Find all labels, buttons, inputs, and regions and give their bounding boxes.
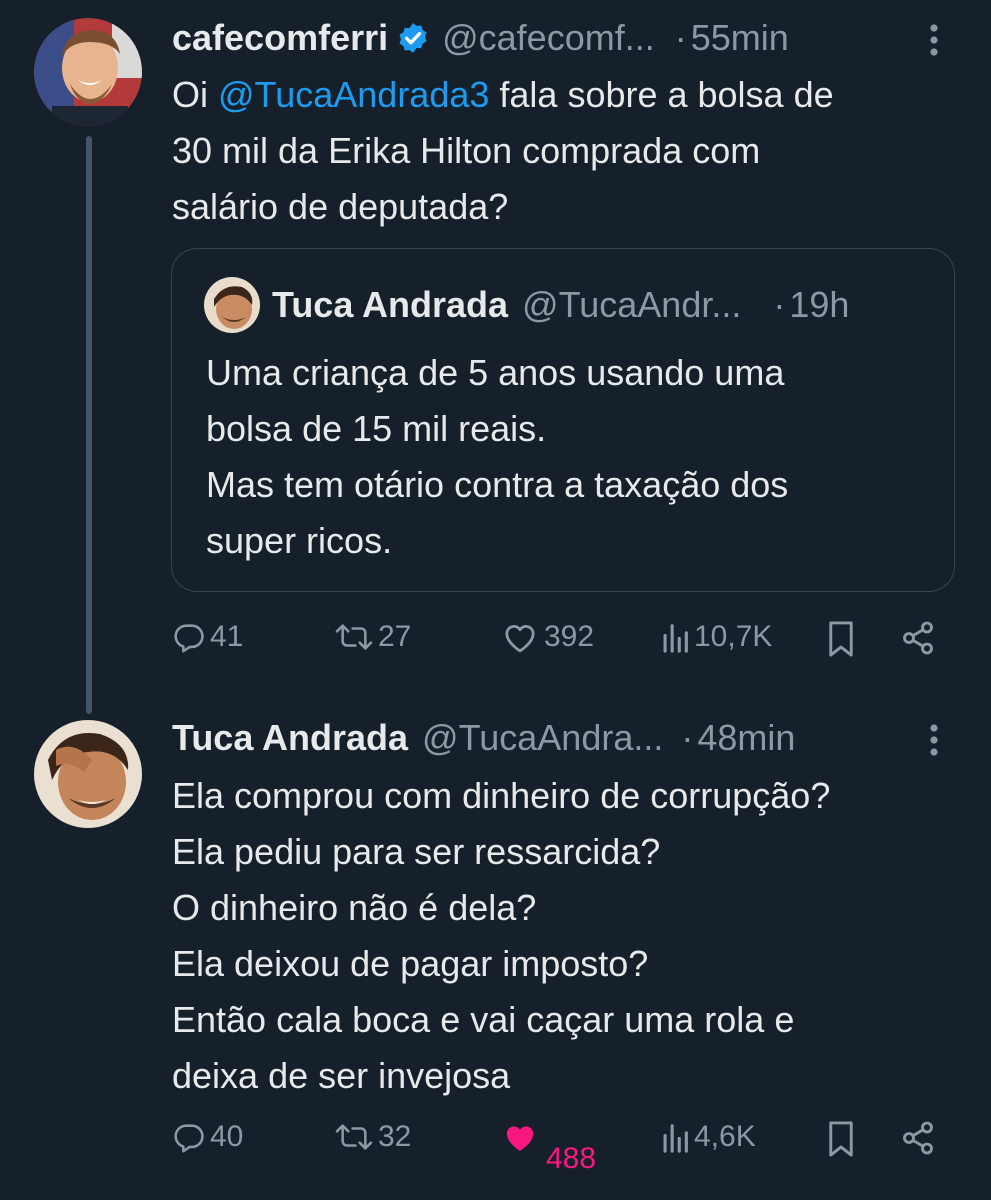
avatar-cafecomferri[interactable] (34, 18, 142, 126)
views-icon (663, 1124, 688, 1153)
more-options-button[interactable] (922, 20, 946, 60)
quoted-author-name: Tuca Andrada (272, 284, 509, 325)
avatar-tuca-andrada[interactable] (34, 720, 142, 828)
quoted-tweet-header: Tuca Andrada @TucaAndr... · 19h (272, 285, 849, 325)
text-fragment: Oi (172, 74, 219, 115)
author-handle[interactable]: @cafecomf... (442, 18, 655, 58)
text-line: Uma criança de 5 anos usando uma (206, 352, 785, 393)
mention-link[interactable]: @TucaAndrada3 (218, 74, 489, 115)
tweet-timestamp[interactable]: 48min (697, 718, 795, 758)
retweet-button[interactable]: 32 (334, 1120, 411, 1154)
separator-dot: · (674, 17, 687, 58)
text-line: Ela pediu para ser ressarcida? (172, 831, 661, 872)
retweet-icon (335, 624, 373, 650)
text-line: Mas tem otário contra a taxação dos (206, 464, 789, 505)
share-button[interactable] (900, 620, 936, 656)
bookmark-icon (829, 1121, 853, 1157)
retweet-icon (335, 1124, 373, 1150)
author-name[interactable]: cafecomferri (172, 18, 388, 58)
like-button[interactable]: 392 (500, 620, 594, 654)
views-button[interactable]: 10,7K (660, 620, 772, 654)
views-count: 4,6K (694, 1120, 756, 1153)
reply-button[interactable]: 40 (172, 1120, 243, 1154)
separator-dot: · (681, 717, 694, 758)
separator-dot: · (773, 284, 786, 325)
share-button[interactable] (900, 1120, 936, 1156)
views-button[interactable]: 4,6K (660, 1120, 756, 1154)
reply-button[interactable]: 41 (172, 620, 243, 654)
tweet-header: Tuca Andrada @TucaAndra... · 48min (172, 718, 795, 758)
tweet-timestamp[interactable]: 55min (691, 18, 789, 58)
reply-count: 40 (210, 1120, 244, 1153)
reply-icon (174, 624, 204, 653)
text-line: Ela comprou com dinheiro de corrupção? (172, 775, 831, 816)
text-line: Ela deixou de pagar imposto? (172, 943, 649, 984)
views-count: 10,7K (694, 620, 773, 653)
verified-badge-icon (399, 23, 427, 53)
author-name[interactable]: Tuca Andrada (172, 718, 408, 758)
quoted-author-handle: @TucaAndr... (522, 284, 742, 325)
text-line: bolsa de 15 mil reais. (206, 408, 547, 449)
tweet-actions-bar: 41 27 392 10,7K (172, 620, 942, 670)
retweet-button[interactable]: 27 (334, 620, 411, 654)
avatar-tuca-andrada-small (204, 277, 260, 333)
text-line: Então cala boca e vai caçar uma rola e (172, 999, 795, 1040)
reply-count: 41 (210, 620, 244, 653)
views-icon (663, 624, 688, 653)
tweet-header: cafecomferri @cafecomf... · 55min (172, 18, 789, 58)
tweet-text: Ela comprou com dinheiro de corrupção? E… (172, 768, 830, 1104)
share-icon (903, 621, 933, 655)
text-line: O dinheiro não é dela? (172, 887, 537, 928)
bookmark-icon (829, 621, 853, 657)
text-fragment: fala sobre a bolsa de (489, 74, 834, 115)
more-icon (930, 24, 938, 56)
like-button[interactable]: 488 (500, 1120, 596, 1175)
thread-connector-line (86, 136, 92, 714)
bookmark-button[interactable] (826, 620, 856, 658)
share-icon (903, 1121, 933, 1155)
more-icon (930, 724, 938, 756)
like-icon (505, 625, 535, 653)
like-count: 488 (546, 1142, 597, 1175)
tweet-text: Oi @TucaAndrada3 fala sobre a bolsa de 3… (172, 67, 834, 235)
text-line: 30 mil da Erika Hilton comprada com (172, 130, 761, 171)
quoted-tweet[interactable]: Tuca Andrada @TucaAndr... · 19h Uma cria… (171, 248, 955, 592)
tweet-actions-bar: 40 32 488 4,6K (172, 1120, 942, 1175)
quoted-tweet-text: Uma criança de 5 anos usando uma bolsa d… (206, 345, 788, 569)
quoted-tweet-timestamp: 19h (789, 284, 850, 325)
author-handle[interactable]: @TucaAndra... (422, 718, 663, 758)
more-options-button[interactable] (922, 720, 946, 760)
text-line: deixa de ser invejosa (172, 1055, 511, 1096)
retweet-count: 27 (378, 620, 412, 653)
text-line: super ricos. (206, 520, 393, 561)
text-line: salário de deputada? (172, 186, 509, 227)
reply-icon (174, 1124, 204, 1153)
conversation-thread: cafecomferri @cafecomf... · 55min Oi @Tu… (0, 0, 991, 1200)
retweet-count: 32 (378, 1120, 412, 1153)
like-icon (506, 1126, 534, 1151)
bookmark-button[interactable] (826, 1120, 856, 1158)
like-count: 392 (544, 620, 595, 653)
